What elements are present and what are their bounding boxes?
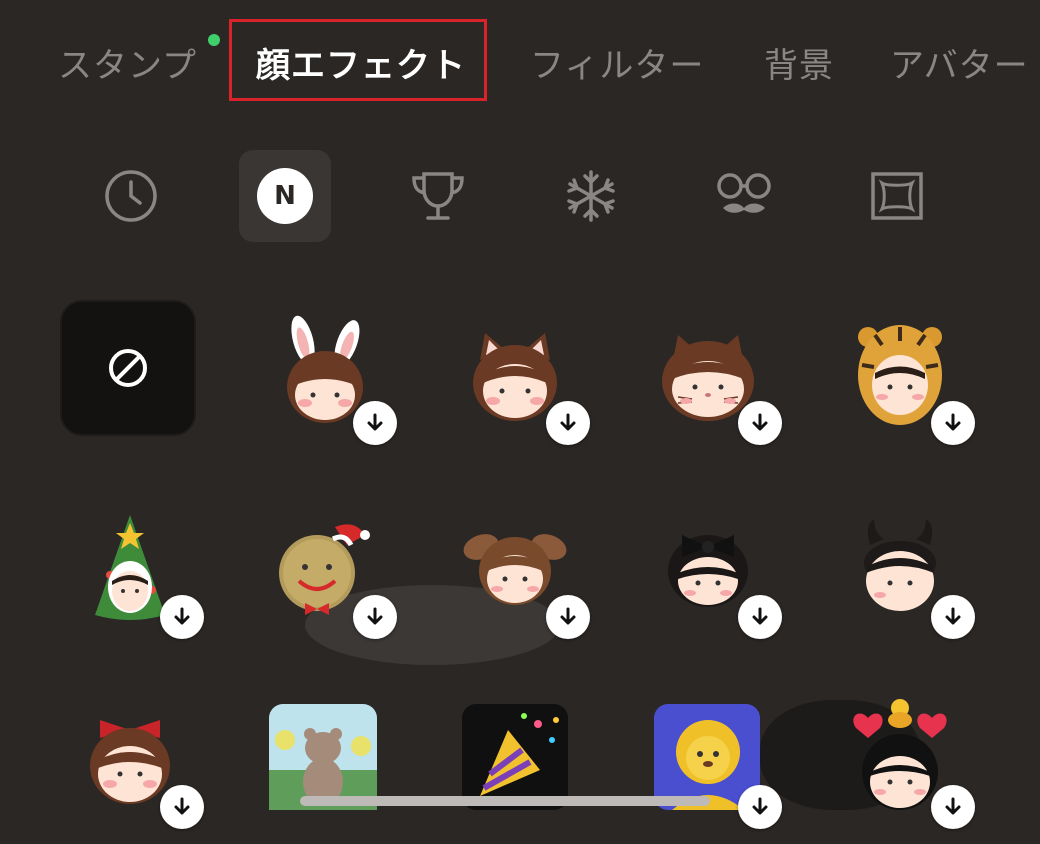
category-winter[interactable]: [545, 150, 637, 242]
download-button[interactable]: [738, 401, 782, 445]
download-icon: [367, 607, 383, 625]
download-icon: [945, 607, 961, 625]
download-button[interactable]: [931, 401, 975, 445]
download-icon: [367, 413, 383, 431]
home-indicator[interactable]: [300, 796, 710, 806]
tab-filter[interactable]: フィルター: [530, 38, 704, 87]
download-icon: [752, 797, 768, 815]
new-indicator-dot: [208, 34, 220, 46]
download-button[interactable]: [546, 595, 590, 639]
download-icon: [174, 607, 190, 625]
download-icon: [945, 797, 961, 815]
new-icon: N: [257, 168, 313, 224]
download-button[interactable]: [353, 595, 397, 639]
trophy-icon: [412, 172, 464, 220]
party-popper-effect[interactable]: [460, 700, 570, 810]
download-icon: [752, 413, 768, 431]
download-icon: [945, 413, 961, 431]
category-recent[interactable]: [85, 150, 177, 242]
download-icon: [560, 413, 576, 431]
category-popular[interactable]: [392, 150, 484, 242]
cheerleader-bear-effect-thumbnail: [269, 704, 377, 810]
glasses-mustache-icon: [717, 173, 771, 213]
download-button[interactable]: [931, 595, 975, 639]
party-popper-effect-thumbnail: [462, 704, 568, 810]
cheerleader-bear-effect[interactable]: [265, 700, 380, 810]
category-accessories[interactable]: [698, 150, 790, 242]
effect-tab-bar: スタンプ 顔エフェクト フィルター 背景 アバター: [0, 0, 1040, 120]
download-icon: [174, 797, 190, 815]
download-icon: [560, 607, 576, 625]
clock-icon: [105, 170, 157, 222]
download-button[interactable]: [160, 595, 204, 639]
active-tab-highlight: [229, 19, 487, 101]
category-new[interactable]: N: [239, 150, 331, 242]
download-button[interactable]: [353, 401, 397, 445]
frame-icon: [871, 172, 923, 220]
download-button[interactable]: [738, 595, 782, 639]
category-frame[interactable]: [851, 150, 943, 242]
snowflake-icon: [567, 170, 615, 222]
tab-stamp[interactable]: スタンプ: [58, 38, 197, 87]
download-button[interactable]: [931, 785, 975, 829]
new-icon-label: N: [274, 181, 296, 211]
download-button[interactable]: [160, 785, 204, 829]
tab-background[interactable]: 背景: [764, 38, 834, 87]
tab-avatar[interactable]: アバター: [890, 38, 1029, 87]
download-icon: [752, 607, 768, 625]
download-button[interactable]: [738, 785, 782, 829]
download-button[interactable]: [546, 401, 590, 445]
no-effect-icon: [109, 349, 147, 387]
no-effect-button[interactable]: [60, 300, 196, 436]
